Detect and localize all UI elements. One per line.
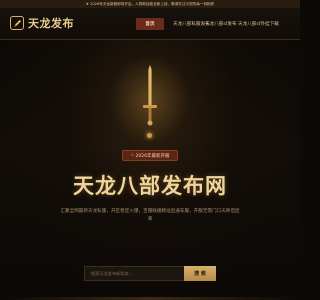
page-title: 天龙八部发布网	[73, 174, 227, 198]
badge-text: 2026年最新开服	[135, 153, 170, 159]
search-bar: 搜 索	[84, 266, 216, 281]
nav-item-sf-release[interactable]: 天龙八部sf发布	[205, 18, 237, 30]
sword-pommel-glow	[147, 133, 152, 138]
hero-description: 汇聚全网最新天龙私服，开区稳定火爆，百服联播精准直通车服，开服无需门口天降但后来	[60, 209, 240, 222]
nav-item-sf-plugin[interactable]: 天龙八部sf外挂下载	[238, 18, 279, 30]
search-button[interactable]: 搜 索	[184, 266, 216, 281]
search-input[interactable]	[84, 266, 184, 281]
notice-bar: ★ 2026年天龙新服即将开启，人物新技能全新上线，敬请关注与您的每一刻相伴	[0, 0, 300, 8]
page: ★ 2026年天龙新服即将开启，人物新技能全新上线，敬请关注与您的每一刻相伴 天…	[0, 0, 300, 300]
brush-icon	[13, 19, 21, 27]
nav-item-home[interactable]: 首页	[136, 18, 164, 30]
logo-text[interactable]: 天龙发布	[28, 15, 74, 31]
flame-icon: ♨	[130, 153, 135, 158]
notice-text: ★ 2026年天龙新服即将开启，人物新技能全新上线，敬请关注与您的每一刻相伴	[85, 1, 215, 6]
sword-icon	[143, 65, 157, 126]
status-badge: ♨ 2026年最新开服	[122, 150, 178, 161]
logo-icon[interactable]	[10, 16, 24, 30]
